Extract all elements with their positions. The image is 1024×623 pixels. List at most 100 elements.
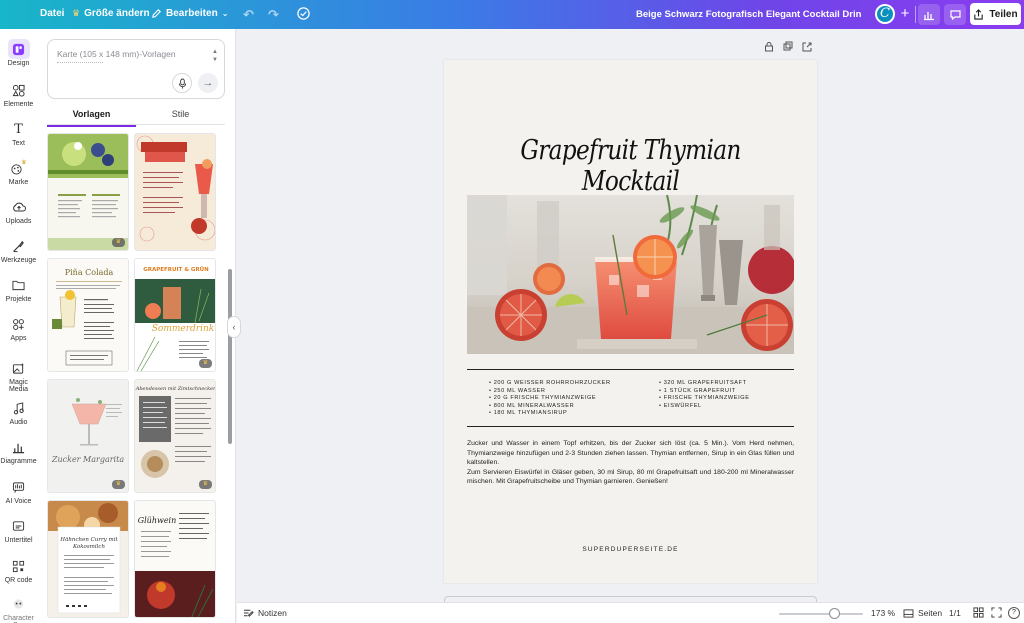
template-card[interactable]: Glühwein (134, 500, 216, 618)
duplicate-page-icon[interactable] (783, 41, 793, 52)
add-page-icon[interactable] (802, 41, 812, 52)
rail-label-audio: Audio (9, 419, 28, 426)
edit-mode-button[interactable]: Bearbeiten ⌄ (151, 8, 228, 19)
file-menu-button[interactable]: Datei (40, 8, 64, 19)
file-menu-label: Datei (40, 8, 65, 19)
resize-button[interactable]: ♛ Größe ändern (72, 8, 150, 19)
comments-button[interactable] (944, 4, 966, 25)
template-card[interactable] (134, 133, 216, 251)
brand-crown-icon: ♛ (21, 159, 27, 166)
rail-label-uploads: Uploads (5, 218, 32, 225)
rail-item-elements[interactable]: Elemente (0, 80, 37, 108)
character-icon (8, 594, 30, 614)
recipe-photo[interactable] (467, 195, 794, 354)
voice-search-button[interactable] (172, 73, 192, 93)
tools-icon (8, 236, 30, 256)
zoom-slider-handle[interactable] (829, 608, 841, 619)
footer-url[interactable]: SUPERDUPERSEITE.DE (444, 546, 817, 553)
page-counter[interactable]: 1/1 (949, 608, 961, 618)
collapse-panel-button[interactable]: ‹ (227, 316, 241, 338)
template-preview: Glühwein (135, 513, 215, 617)
rail-item-qr-code[interactable]: QR code (0, 556, 37, 584)
save-status-button[interactable] (296, 6, 311, 21)
rail-item-apps[interactable]: Apps (0, 314, 37, 342)
text-icon: T (14, 121, 23, 137)
panel-tabs: Vorlagen Stile (47, 107, 225, 127)
rail-item-subtitles[interactable]: Untertitel (0, 516, 37, 544)
template-preview: GRAPEFRUIT & GRÜN Sommerdrink (135, 266, 215, 371)
pages-icon (903, 608, 914, 618)
panel-scrollbar[interactable] (228, 129, 232, 621)
search-input[interactable]: Karte (105 x 148 mm)-Vorlagen (57, 49, 176, 59)
template-card[interactable]: ♛ (47, 133, 129, 251)
panel-scroll-thumb[interactable] (228, 269, 232, 444)
recipe-method[interactable]: Zucker und Wasser in einem Topf erhitzen… (467, 439, 794, 487)
upload-cloud-icon (8, 197, 30, 217)
recipe-title[interactable]: Grapefruit Thymian Mocktail (470, 135, 791, 197)
rail-item-text[interactable]: T Text (0, 119, 37, 148)
fullscreen-icon[interactable] (991, 607, 1002, 618)
rail-item-ai-voice[interactable]: AI Voice (0, 477, 37, 505)
undo-button[interactable]: ↶ (243, 7, 254, 23)
template-card[interactable]: Hähnchen Curry mit Kokosmilch (47, 500, 129, 618)
tab-styles[interactable]: Stile (136, 109, 225, 119)
rail-item-design[interactable]: Design (0, 39, 37, 67)
rail-item-tools[interactable]: Werkzeuge (0, 236, 37, 264)
help-button[interactable]: ? (1008, 607, 1020, 619)
ingredient-item: 250 ML WASSER (489, 388, 611, 396)
elements-icon (8, 80, 30, 100)
notes-button[interactable]: Notizen (243, 608, 287, 618)
template-preview: Zucker Margarita (51, 398, 124, 464)
templates-panel: Karte (105 x 148 mm)-Vorlagen ▲ ▼ → Vorla… (37, 29, 236, 623)
document-title[interactable]: Beige Schwarz Fotografisch Elegant Cockt… (636, 9, 862, 20)
svg-text:Kokosmilch: Kokosmilch (72, 544, 106, 550)
ingredient-item: 800 ML MINERALWASSER (489, 403, 611, 411)
top-toolbar: Datei ♛ Größe ändern Bearbeiten ⌄ ↶ ↷ Be… (0, 0, 1024, 29)
zoom-slider[interactable] (779, 613, 863, 615)
toolbar-divider (915, 6, 916, 23)
template-preview: Abendessen mit Zimtschnecken (135, 386, 215, 478)
pencil-icon (152, 9, 161, 18)
ingredients-left-list[interactable]: 200 G WEISSER ROHRROHRZUCKER 250 ML WASS… (489, 380, 611, 418)
template-preview: Piña Colada (52, 268, 122, 366)
ingredient-item: 200 G WEISSER ROHRROHRZUCKER (489, 380, 611, 388)
insights-button[interactable] (918, 4, 940, 25)
apps-icon (8, 314, 30, 334)
ingredient-item: 180 ML THYMIANSIRUP (489, 410, 611, 418)
magic-media-icon (8, 358, 30, 378)
rail-item-brand[interactable]: ♛ Marke (0, 158, 37, 187)
redo-button[interactable]: ↷ (268, 7, 279, 23)
rail-item-character[interactable]: Character B... (0, 594, 37, 623)
tab-templates[interactable]: Vorlagen (47, 109, 136, 127)
search-scroll-arrows[interactable]: ▲ ▼ (212, 48, 218, 64)
search-box[interactable]: Karte (105 x 148 mm)-Vorlagen ▲ ▼ → (47, 39, 225, 99)
pages-button[interactable]: Seiten (903, 608, 942, 618)
audio-icon (8, 398, 30, 418)
rail-item-magic-media[interactable]: Magic Media (0, 358, 37, 393)
rail-item-projects[interactable]: Projekte (0, 275, 37, 303)
rail-label-tools: Werkzeuge (0, 257, 37, 264)
share-button[interactable]: Teilen (970, 3, 1021, 25)
design-page[interactable]: Grapefruit Thymian Mocktail • 200 G WEIS… (444, 60, 817, 583)
lock-icon[interactable] (764, 41, 774, 52)
method-paragraph: Zucker und Wasser in einem Topf erhitzen… (467, 440, 794, 467)
template-preview: Hähnchen Curry mit Kokosmilch (48, 501, 128, 614)
template-card[interactable]: GRAPEFRUIT & GRÜN Sommerdrink ♛ (134, 258, 216, 372)
rail-label-magic-media: Magic Media (8, 379, 29, 393)
rail-item-audio[interactable]: Audio (0, 398, 37, 426)
template-card[interactable]: Abendessen mit Zimtschnecken ♛ (134, 379, 216, 493)
design-icon (7, 39, 30, 59)
template-card[interactable]: Zucker Margarita ♛ (47, 379, 129, 493)
svg-text:Sommerdrink: Sommerdrink (152, 324, 214, 334)
template-card[interactable]: Piña Colada (47, 258, 129, 372)
search-submit-button[interactable]: → (198, 73, 218, 93)
avatar[interactable]: C (875, 4, 895, 24)
add-collaborator-button[interactable]: + (897, 5, 913, 23)
grid-view-icon[interactable] (973, 607, 984, 618)
ingredients-right-list[interactable]: 320 ML GRAPEFRUITSAFT 1 STÜCK GRAPEFRUIT… (659, 380, 750, 410)
ingredients-top-rule (467, 369, 794, 370)
template-preview (48, 134, 128, 250)
rail-item-charts[interactable]: Diagramme (0, 437, 37, 465)
rail-item-uploads[interactable]: Uploads (0, 197, 37, 225)
zoom-level[interactable]: 173 % (871, 608, 895, 618)
